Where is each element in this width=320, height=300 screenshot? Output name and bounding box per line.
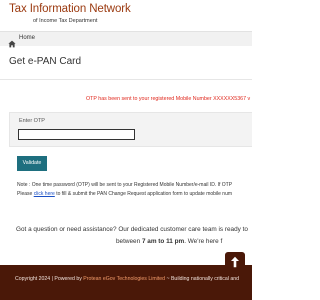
otp-sent-message: OTP has been sent to your registered Mob… — [86, 96, 251, 102]
breadcrumb-home-link[interactable]: Home — [19, 35, 35, 41]
page-title: Get e-PAN Card — [9, 56, 82, 67]
site-footer: Copyright 2024 | Powered by Protean eGov… — [0, 265, 252, 300]
note-text: Note : One time password (OTP) will be s… — [17, 181, 232, 199]
help-hours-prefix: between — [116, 238, 142, 245]
footer-copyright: Copyright 2024 | Powered by Protean eGov… — [15, 276, 239, 282]
click-here-link[interactable]: click here — [34, 191, 55, 197]
otp-label: Enter OTP — [19, 118, 45, 124]
footer-suffix: ~ Building nationally critical and — [165, 276, 240, 282]
site-title[interactable]: Tax Information Network — [9, 3, 131, 15]
site-subtitle: of Income Tax Department — [33, 18, 98, 24]
divider — [0, 79, 252, 80]
breadcrumb: Home — [0, 31, 252, 48]
help-text-line-2: between 7 am to 11 pm. We're here f — [116, 238, 222, 245]
note-line-2: Please click here to fill & submit the P… — [17, 190, 232, 199]
help-hours: 7 am to 11 pm — [141, 238, 185, 245]
otp-input[interactable] — [18, 129, 135, 140]
footer-prefix: Copyright 2024 | Powered by — [15, 276, 84, 282]
otp-panel: Enter OTP — [9, 112, 252, 147]
footer-company-link[interactable]: Protean eGov Technologies Limited — [83, 276, 165, 282]
arrow-up-icon — [231, 256, 239, 268]
site-header: Tax Information Network of Income Tax De… — [0, 0, 252, 31]
validate-button[interactable]: Validate — [17, 156, 47, 171]
note-line-2-prefix: Please — [17, 191, 34, 197]
note-line-1: Note : One time password (OTP) will be s… — [17, 182, 233, 188]
scroll-to-top-button[interactable] — [225, 252, 245, 272]
home-icon[interactable] — [8, 35, 16, 48]
note-line-2-suffix: to fill & submit the PAN Change Request … — [54, 191, 233, 197]
help-text-line-1: Got a question or need assistance? Our d… — [16, 226, 248, 233]
help-hours-suffix: . We're here f — [184, 238, 223, 245]
